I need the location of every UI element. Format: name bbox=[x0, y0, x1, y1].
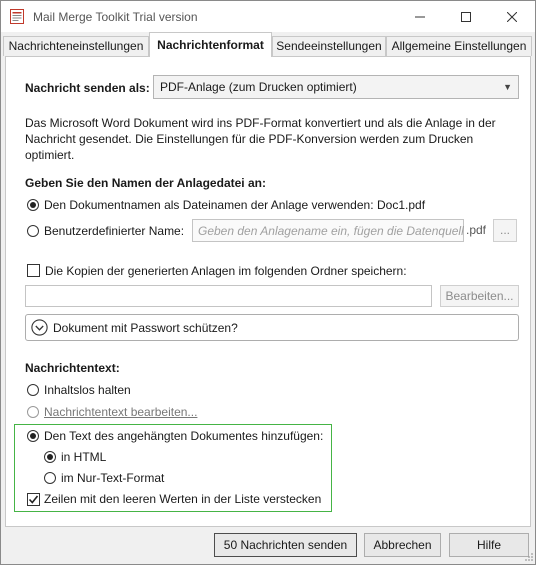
edit-text-radio[interactable] bbox=[27, 406, 39, 418]
in-html-radio[interactable] bbox=[44, 451, 56, 463]
custom-name-label: Benutzerdefinierter Name: bbox=[44, 224, 185, 238]
cancel-button[interactable]: Abbrechen bbox=[364, 533, 441, 557]
checkmark-icon bbox=[28, 495, 39, 504]
message-text-heading: Nachrichtentext: bbox=[25, 361, 120, 375]
hide-empty-rows-checkbox[interactable] bbox=[27, 493, 40, 506]
close-icon bbox=[507, 11, 517, 22]
edit-text-link[interactable]: Nachrichtentext bearbeiten... bbox=[44, 405, 197, 419]
plain-text-label: im Nur-Text-Format bbox=[61, 471, 165, 485]
save-copies-label: Die Kopien der generierten Anlagen im fo… bbox=[45, 264, 407, 278]
hide-empty-rows-label: Zeilen mit den leeren Werten in der List… bbox=[44, 492, 322, 506]
plain-text-radio[interactable] bbox=[44, 472, 56, 484]
window-title: Mail Merge Toolkit Trial version bbox=[33, 10, 198, 24]
attachment-name-heading: Geben Sie den Namen der Anlagedatei an: bbox=[25, 176, 266, 190]
extension-label: .pdf bbox=[466, 223, 487, 237]
tab-nachrichteneinstellungen[interactable]: Nachrichteneinstellungen bbox=[3, 36, 149, 56]
attach-text-group: Den Text des angehängten Dokumentes hinz… bbox=[14, 424, 332, 512]
use-doc-name-label: Den Dokumentnamen als Dateinamen der Anl… bbox=[44, 198, 374, 212]
send-messages-button[interactable]: 50 Nachrichten senden bbox=[214, 533, 357, 557]
tab-allgemeine-einstellungen[interactable]: Allgemeine Einstellungen bbox=[386, 36, 532, 56]
custom-name-input[interactable]: Geben den Anlagename ein, fügen die Date… bbox=[192, 219, 464, 242]
keep-empty-radio[interactable] bbox=[27, 384, 39, 396]
keep-empty-label: Inhaltslos halten bbox=[44, 383, 131, 397]
maximize-icon bbox=[461, 11, 471, 22]
save-copies-checkbox[interactable] bbox=[27, 264, 40, 277]
chevron-down-icon: ▼ bbox=[503, 82, 512, 92]
tab-panel: Nachricht senden als: PDF-Anlage (zum Dr… bbox=[5, 56, 531, 527]
app-icon bbox=[10, 9, 24, 24]
close-button[interactable] bbox=[489, 1, 535, 32]
help-button[interactable]: Hilfe bbox=[449, 533, 529, 557]
in-html-label: in HTML bbox=[61, 450, 107, 464]
minimize-icon bbox=[415, 16, 425, 17]
custom-name-radio[interactable] bbox=[27, 225, 39, 237]
resize-grip-icon[interactable] bbox=[525, 553, 534, 562]
folder-edit-button[interactable]: Bearbeiten... bbox=[440, 285, 519, 307]
footer-bar: 50 Nachrichten senden Abbrechen Hilfe bbox=[1, 527, 535, 564]
format-description: Das Microsoft Word Dokument wird ins PDF… bbox=[25, 116, 496, 162]
use-doc-name-radio[interactable] bbox=[27, 199, 39, 211]
add-doc-text-radio[interactable] bbox=[27, 430, 39, 442]
tab-sendeeinstellungen[interactable]: Sendeeinstellungen bbox=[272, 36, 386, 56]
maximize-button[interactable] bbox=[443, 1, 489, 32]
minimize-button[interactable] bbox=[397, 1, 443, 32]
password-label: Dokument mit Passwort schützen? bbox=[53, 321, 238, 335]
doc-name-value: Doc1.pdf bbox=[377, 198, 426, 212]
expand-chevron-icon bbox=[31, 319, 48, 336]
send-as-value: PDF-Anlage (zum Drucken optimiert) bbox=[160, 80, 357, 94]
send-as-select[interactable]: PDF-Anlage (zum Drucken optimiert) ▼ bbox=[153, 75, 519, 99]
send-as-label: Nachricht senden als: bbox=[25, 81, 150, 95]
tab-strip: Nachrichteneinstellungen Nachrichtenform… bbox=[1, 32, 535, 57]
custom-name-placeholder: Geben den Anlagename ein, fügen die Date… bbox=[198, 224, 464, 238]
tab-nachrichtenformat[interactable]: Nachrichtenformat bbox=[149, 32, 272, 57]
main-window: Mail Merge Toolkit Trial version Nachric… bbox=[0, 0, 536, 565]
title-bar: Mail Merge Toolkit Trial version bbox=[1, 1, 535, 32]
folder-input[interactable] bbox=[25, 285, 432, 307]
browse-name-button[interactable]: ... bbox=[493, 219, 517, 242]
password-expander[interactable]: Dokument mit Passwort schützen? bbox=[25, 314, 519, 341]
add-doc-text-label: Den Text des angehängten Dokumentes hinz… bbox=[44, 429, 324, 443]
